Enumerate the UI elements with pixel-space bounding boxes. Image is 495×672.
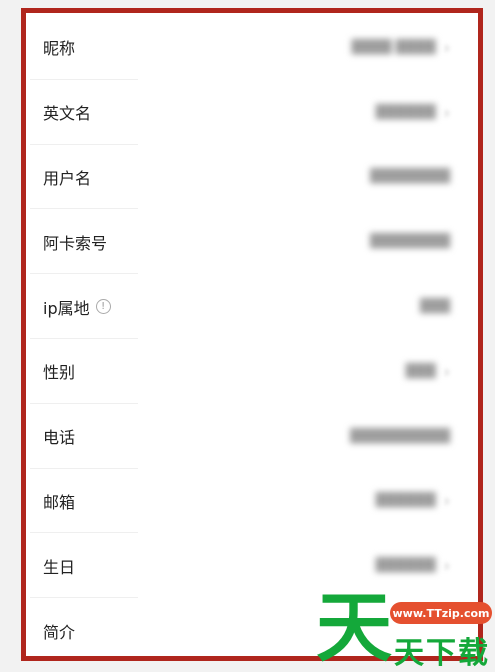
- row-ip-location: ip属地 ! ███: [30, 274, 478, 339]
- row-value-ip-location: ███: [420, 299, 450, 315]
- row-label: 阿卡索号: [43, 233, 108, 253]
- chevron-right-icon: ›: [443, 556, 450, 576]
- row-value-group: ██████ ›: [376, 556, 450, 575]
- row-value-email: ██████: [375, 493, 436, 509]
- row-value-gender: ███: [405, 363, 436, 379]
- chevron-right-icon: ›: [443, 491, 450, 511]
- row-value-group: ████ ████ ›: [351, 38, 450, 57]
- row-username: 用户名 ████████: [30, 145, 478, 210]
- row-value-group: ██████████: [350, 429, 450, 444]
- row-value-phone: ██████████: [350, 428, 450, 444]
- row-label: ip属地: [43, 298, 90, 318]
- row-label: 邮箱: [43, 492, 76, 512]
- row-value-group: ██████ ›: [376, 103, 450, 122]
- profile-panel-frame: 昵称 ████ ████ › 英文名 ██████ › 用户名 ████████…: [21, 8, 483, 661]
- row-label: 性别: [43, 363, 76, 383]
- row-label: 用户名: [43, 168, 92, 188]
- watermark-logo: 天 www.TTzip.com 天下载: [316, 590, 495, 672]
- row-label: 生日: [43, 557, 76, 577]
- row-label: 昵称: [43, 39, 76, 59]
- chevron-right-icon: ›: [443, 361, 450, 381]
- info-icon[interactable]: !: [95, 299, 111, 315]
- row-phone[interactable]: 电话 ██████████: [30, 404, 478, 469]
- row-value-group: ██████ ›: [376, 491, 450, 510]
- row-label: 英文名: [43, 104, 92, 124]
- row-birthday[interactable]: 生日 ██████ ›: [30, 533, 478, 598]
- row-value-group: ███ ›: [406, 362, 450, 381]
- watermark-url-badge: www.TTzip.com: [390, 602, 492, 624]
- row-english-name[interactable]: 英文名 ██████ ›: [30, 80, 478, 145]
- row-value-group: ███: [420, 299, 450, 314]
- row-email[interactable]: 邮箱 ██████ ›: [30, 469, 478, 534]
- chevron-right-icon: ›: [443, 102, 450, 122]
- row-nickname[interactable]: 昵称 ████ ████ ›: [30, 15, 478, 80]
- watermark-glyph: 天: [316, 583, 392, 672]
- row-label: 电话: [43, 428, 76, 448]
- row-acadsoc-id: 阿卡索号 ████████: [30, 209, 478, 274]
- row-value-group: ████████: [370, 234, 450, 249]
- row-value-nickname: ████ ████: [351, 39, 436, 55]
- row-label: 简介: [43, 622, 76, 642]
- profile-list: 昵称 ████ ████ › 英文名 ██████ › 用户名 ████████…: [30, 15, 478, 656]
- row-value-acadsoc-id: ████████: [370, 234, 450, 250]
- watermark-name: 天下载: [394, 636, 490, 671]
- chevron-right-icon: ›: [443, 37, 450, 57]
- row-value-group: ████████: [370, 169, 450, 184]
- row-value-username: ████████: [370, 169, 450, 185]
- row-gender[interactable]: 性别 ███ ›: [30, 339, 478, 404]
- row-value-birthday: ██████: [375, 558, 436, 574]
- row-value-english-name: ██████: [375, 104, 436, 120]
